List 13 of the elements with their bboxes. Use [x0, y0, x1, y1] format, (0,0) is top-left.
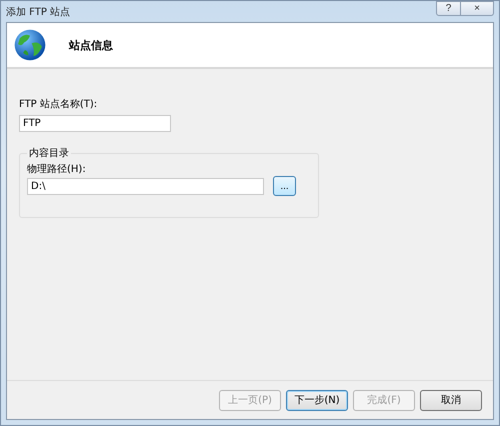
- field-label: FTP 站点名称(T):: [19, 98, 98, 111]
- help-button[interactable]: ?: [436, 1, 461, 16]
- wizard-button[interactable]: 取消: [420, 390, 482, 410]
- globe-icon: [13, 28, 47, 62]
- wizard-button[interactable]: 下一步(N): [286, 390, 348, 410]
- group-legend: 内容目录: [27, 146, 71, 160]
- site-name-field[interactable]: FTP: [19, 115, 171, 132]
- window-title: 添加 FTP 站点: [6, 6, 70, 19]
- close-button[interactable]: ×: [461, 1, 494, 16]
- browse-button[interactable]: ...: [273, 176, 296, 196]
- header-title: 站点信息: [69, 38, 113, 52]
- path-field[interactable]: D:\: [27, 178, 264, 194]
- field-label: 物理路径(H):: [27, 164, 86, 175]
